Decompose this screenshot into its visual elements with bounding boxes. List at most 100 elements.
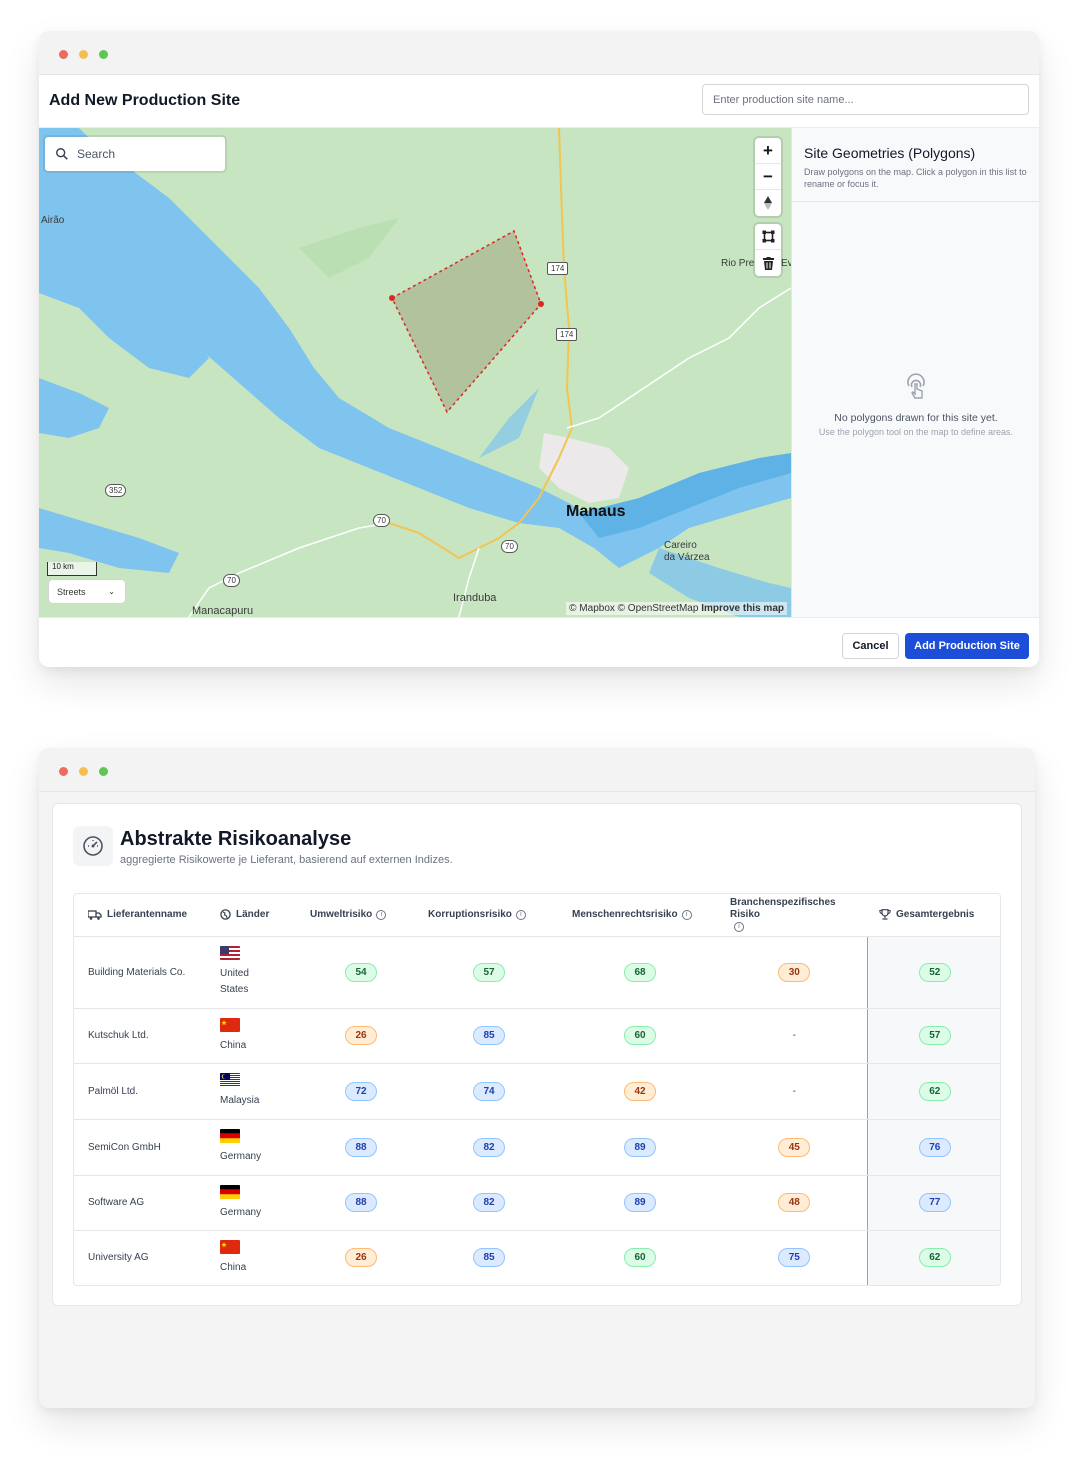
cell-corruption: 82 [420, 1175, 558, 1231]
map-label-rio-pre: Rio Pre [721, 258, 755, 269]
zoom-controls: + − [755, 138, 781, 216]
map-style-select[interactable]: Streets ⌄ [49, 580, 125, 603]
risk-score-badge: 85 [473, 1026, 505, 1045]
globe-icon [220, 909, 231, 920]
human-rights-header-label: Menschenrechtsrisiko [572, 909, 678, 921]
column-header-total[interactable]: Gesamtergebnis [867, 894, 1000, 937]
cell-country: China [212, 1008, 302, 1064]
cell-human-rights: 68 [558, 936, 722, 1009]
dialog-title: Add New Production Site [49, 92, 241, 109]
map-canvas[interactable]: Search + − Airão Rio Pre Ev Manaus Carei… [39, 128, 791, 617]
country-name: China [220, 1261, 247, 1273]
maximize-window-button[interactable] [99, 767, 108, 776]
trophy-icon [879, 909, 891, 920]
cell-industry: - [722, 1008, 867, 1064]
risk-score-badge: 52 [918, 962, 951, 982]
map-style-value: Streets [57, 586, 86, 597]
close-window-button[interactable] [59, 767, 68, 776]
risk-score-badge: 75 [778, 1248, 811, 1268]
cell-country: Malaysia [212, 1063, 302, 1120]
site-name-input[interactable] [702, 84, 1029, 115]
empty-state-title: No polygons drawn for this site yet. [834, 412, 998, 424]
table-row[interactable]: Palmöl Ltd. Malaysia 72 74 42 - 62 [74, 1063, 1000, 1120]
risk-score-badge: 26 [345, 1248, 377, 1268]
column-header-countries[interactable]: Länder [212, 894, 302, 937]
cell-corruption: 85 [420, 1008, 558, 1064]
cell-corruption: 85 [420, 1230, 558, 1285]
risk-score-badge: 54 [345, 962, 377, 982]
risk-score-badge: 82 [473, 1137, 505, 1157]
column-header-supplier[interactable]: Lieferantenname [74, 894, 212, 937]
flag-de-icon [220, 1129, 240, 1143]
close-window-button[interactable] [59, 50, 68, 59]
cell-total: 77 [866, 1175, 1000, 1231]
page-title: Abstrakte Risikoanalyse [120, 828, 352, 850]
cell-environment: 88 [302, 1119, 420, 1176]
map-label-iranduba: Iranduba [453, 592, 497, 604]
cell-supplier: Building Materials Co. [74, 936, 212, 1009]
cell-industry: 48 [722, 1175, 867, 1231]
map-label-manacapuru: Manacapuru [192, 605, 254, 617]
info-icon[interactable]: i [515, 909, 526, 920]
geometries-sidebar: Site Geometries (Polygons) Draw polygons… [791, 128, 1039, 617]
improve-map-link[interactable]: Improve this map [701, 603, 784, 614]
cell-total: 62 [866, 1063, 1000, 1120]
table-row[interactable]: University AG China 26 85 60 75 62 [74, 1230, 1000, 1285]
table-row[interactable]: Software AG Germany 88 82 89 48 77 [74, 1175, 1000, 1231]
supplier-header-label: Lieferantenname [107, 909, 188, 921]
table-row[interactable]: SemiCon GmbH Germany 88 82 89 45 76 [74, 1119, 1000, 1176]
add-production-site-button[interactable]: Add Production Site [905, 633, 1029, 659]
risk-score-badge: 62 [918, 1248, 951, 1268]
polygon-vertex[interactable] [389, 295, 395, 301]
info-icon[interactable]: i [734, 921, 744, 932]
polygon-vertex[interactable] [538, 301, 544, 307]
risk-score-badge: 76 [918, 1137, 951, 1157]
risk-score-badge: 82 [473, 1193, 505, 1212]
road-shield: 70 [501, 540, 518, 553]
column-header-industry[interactable]: Branchenspezifisches Risikoi [722, 894, 867, 937]
zoom-out-button[interactable]: − [755, 164, 781, 190]
cell-total: 52 [866, 936, 1000, 1009]
trash-icon [762, 256, 774, 270]
search-icon [56, 148, 68, 160]
empty-state-hint: Use the polygon tool on the map to defin… [818, 427, 1014, 437]
column-header-corruption[interactable]: Korruptionsrisiko i [420, 894, 558, 937]
map-search-placeholder: Search [77, 147, 116, 161]
road-shield: 174 [547, 262, 569, 275]
zoom-in-button[interactable]: + [755, 138, 781, 164]
environment-header-label: Umweltrisiko [310, 909, 373, 921]
supplier-name: University AG [88, 1252, 149, 1264]
road-shield: 70 [373, 514, 390, 527]
cell-total: 76 [866, 1119, 1000, 1176]
risk-score-badge: 26 [345, 1026, 377, 1045]
truck-icon [88, 909, 102, 920]
cell-human-rights: 60 [558, 1230, 722, 1285]
page-subtitle: aggregierte Risikowerte je Lieferant, ba… [120, 854, 453, 866]
info-icon[interactable]: i [376, 909, 387, 920]
cell-corruption: 57 [420, 936, 558, 1009]
cancel-button[interactable]: Cancel [842, 633, 899, 659]
flag-cn-icon [220, 1017, 240, 1032]
risk-score-badge: 85 [473, 1248, 505, 1268]
map-label-ev: Ev [781, 258, 791, 269]
draw-polygon-button[interactable] [755, 224, 781, 250]
country-name: Germany [220, 1206, 262, 1218]
cell-environment: 54 [302, 936, 420, 1009]
tap-pointer-icon [907, 373, 925, 399]
compass-button[interactable] [755, 190, 781, 216]
risk-analysis-window: Abstrakte Risikoanalyse aggregierte Risi… [39, 748, 1035, 1408]
table-row[interactable]: Building Materials Co. United States 54 57 6… [74, 936, 1000, 1009]
table-row[interactable]: Kutschuk Ltd. China 26 85 60 - 57 [74, 1008, 1000, 1064]
map-search-box[interactable]: Search [45, 137, 225, 171]
column-header-environment[interactable]: Umweltrisiko i [302, 894, 420, 937]
cell-human-rights: 60 [558, 1008, 722, 1064]
minimize-window-button[interactable] [79, 767, 88, 776]
minimize-window-button[interactable] [79, 50, 88, 59]
risk-score-badge: 60 [624, 1248, 656, 1268]
flag-cn-icon [220, 1239, 240, 1254]
info-icon[interactable]: i [681, 909, 692, 920]
maximize-window-button[interactable] [99, 50, 108, 59]
column-header-human-rights[interactable]: Menschenrechtsrisiko i [558, 894, 722, 937]
risk-score-badge: 42 [624, 1081, 656, 1101]
delete-polygon-button[interactable] [755, 250, 781, 276]
